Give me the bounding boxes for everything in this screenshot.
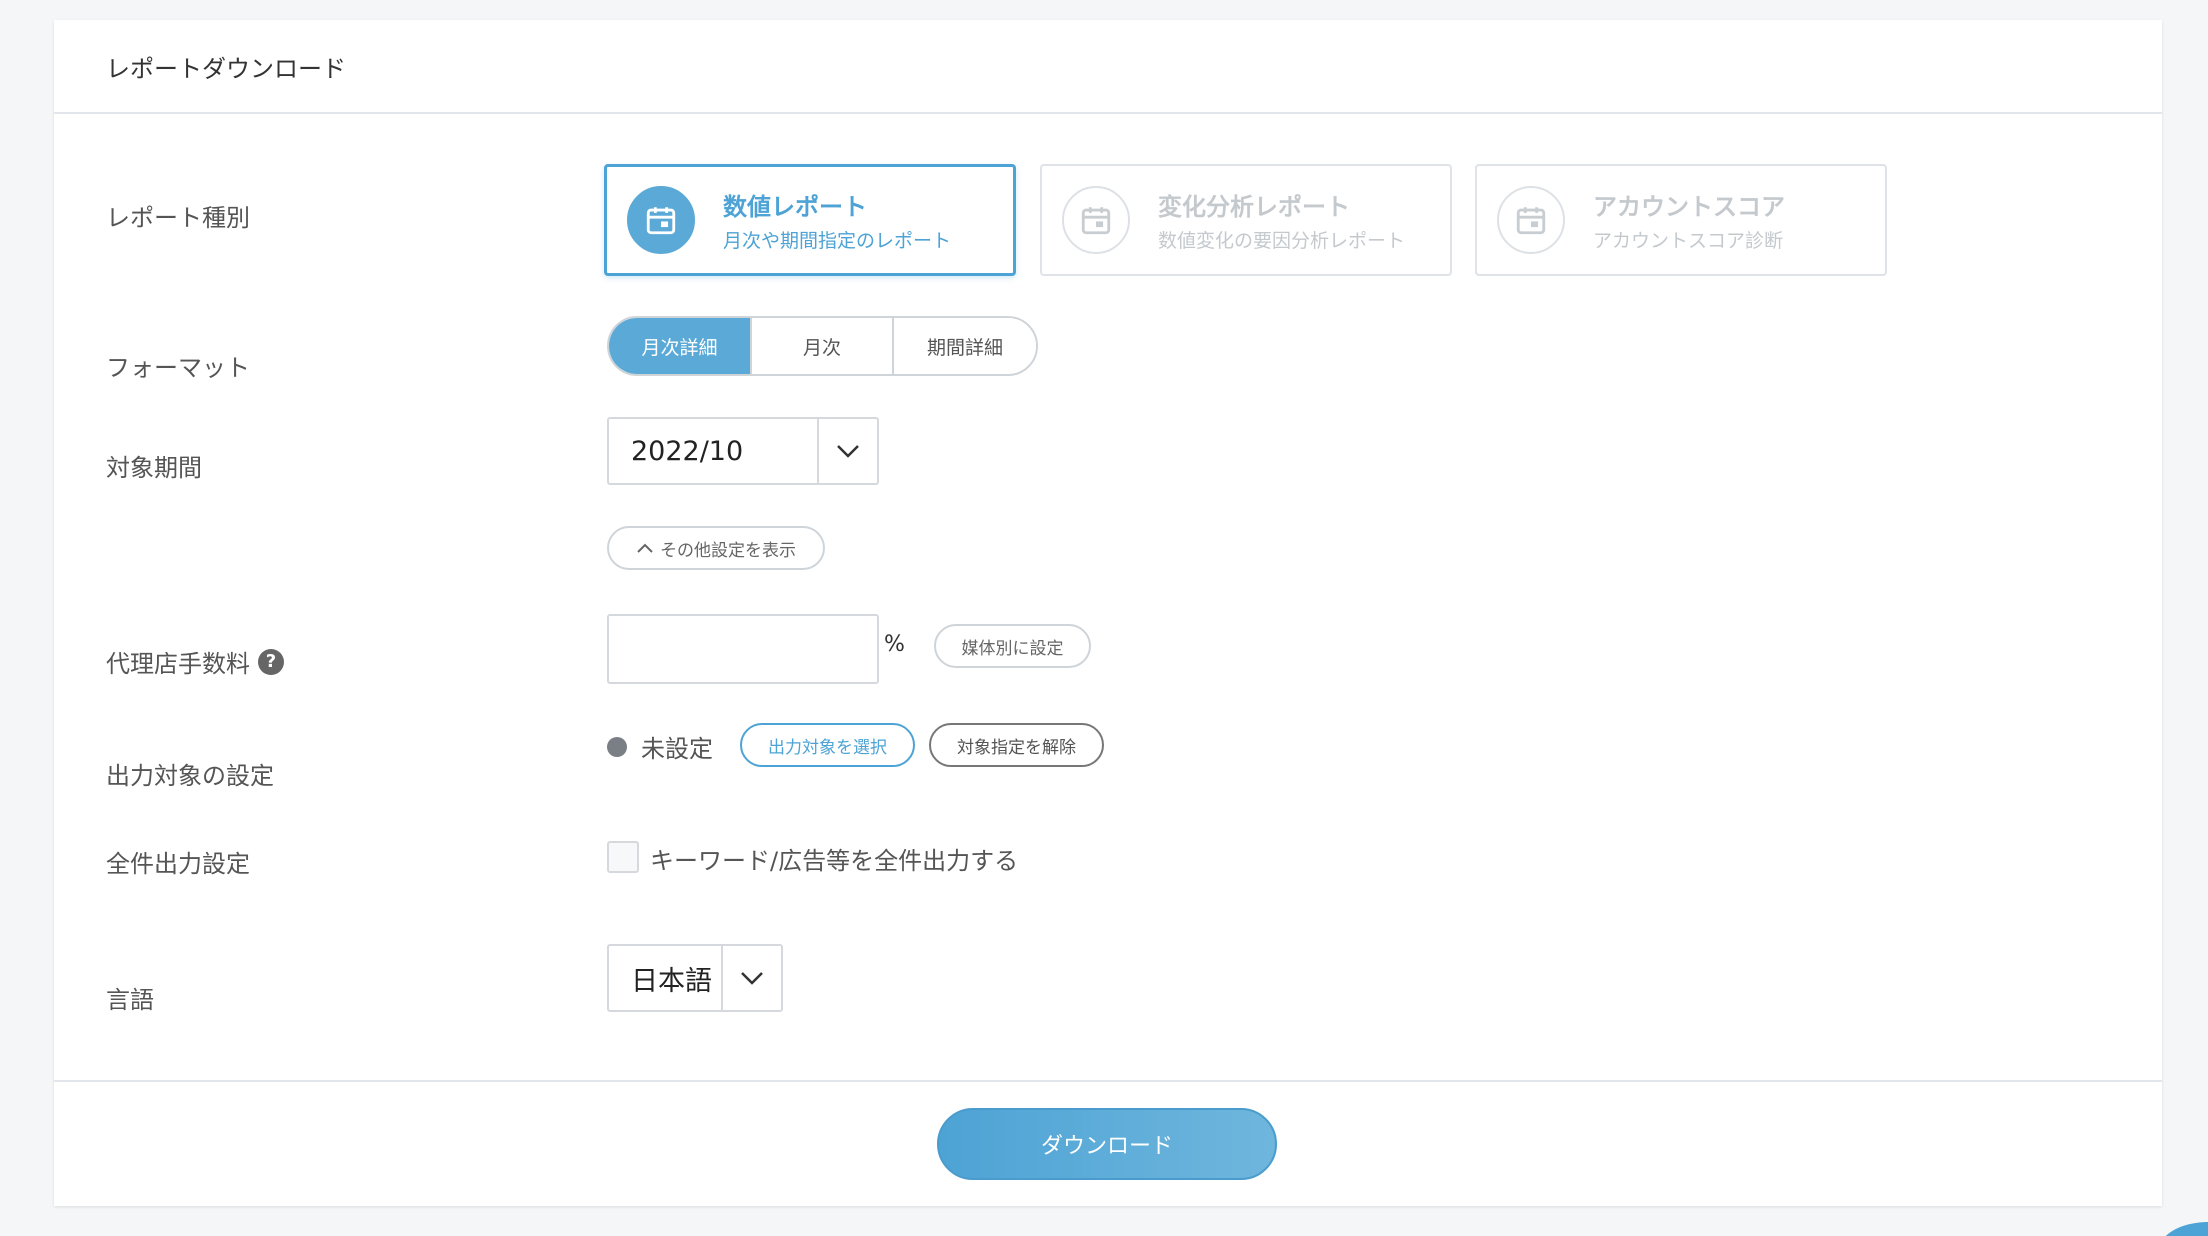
chevron-down-icon[interactable] (817, 419, 877, 483)
output-target-label: 出力対象の設定 (106, 762, 274, 790)
report-type-subtitle: 数値変化の要因分析レポート (1158, 230, 1406, 252)
format-option-period-detail[interactable]: 期間詳細 (894, 318, 1036, 374)
period-select[interactable]: 2022/10 (607, 417, 879, 485)
report-download-card: レポートダウンロード レポート種別 フォーマット 対象期間 代理店手数料 ? 出… (54, 20, 2162, 1206)
report-type-account-score[interactable]: アカウントスコア アカウントスコア診断 (1475, 164, 1887, 276)
calendar-icon (1062, 186, 1130, 254)
report-type-change-analysis[interactable]: 変化分析レポート 数値変化の要因分析レポート (1040, 164, 1452, 276)
page-title: レポートダウンロード (106, 54, 346, 83)
report-type-subtitle: 月次や期間指定のレポート (723, 230, 952, 252)
language-label: 言語 (106, 986, 154, 1014)
report-type-title: アカウントスコア (1593, 193, 1785, 221)
format-option-monthly-detail[interactable]: 月次詳細 (609, 318, 752, 374)
report-type-label: レポート種別 (106, 204, 250, 232)
calendar-icon (627, 186, 695, 254)
all-output-label: 全件出力設定 (106, 850, 250, 878)
language-select-value: 日本語 (631, 965, 712, 997)
format-label: フォーマット (106, 354, 250, 382)
report-type-subtitle: アカウントスコア診断 (1593, 230, 1784, 252)
status-dot (607, 737, 627, 757)
period-label: 対象期間 (106, 454, 202, 482)
agency-fee-unit: % (884, 632, 905, 657)
calendar-icon (1497, 186, 1565, 254)
other-settings-label: その他設定を表示 (660, 540, 796, 561)
agency-fee-input[interactable] (607, 614, 879, 684)
format-segmented-control: 月次詳細 月次 期間詳細 (607, 316, 1038, 376)
all-output-checkbox[interactable] (607, 841, 639, 873)
agency-fee-label: 代理店手数料 (106, 650, 250, 678)
chat-bubble[interactable] (2158, 1222, 2208, 1236)
other-settings-toggle[interactable]: その他設定を表示 (607, 526, 825, 570)
clear-target-button[interactable]: 対象指定を解除 (929, 723, 1104, 767)
select-output-target-button[interactable]: 出力対象を選択 (740, 723, 915, 767)
format-option-monthly[interactable]: 月次 (752, 318, 894, 374)
report-type-title: 数値レポート (723, 193, 867, 221)
agency-fee-label-row: 代理店手数料 ? (106, 644, 284, 679)
all-output-checkbox-label[interactable]: キーワード/広告等を全件出力する (650, 841, 1018, 876)
language-select[interactable]: 日本語 (607, 944, 783, 1012)
help-icon[interactable]: ? (258, 648, 284, 675)
media-setting-button[interactable]: 媒体別に設定 (934, 624, 1091, 668)
chevron-up-icon (636, 542, 654, 554)
report-type-title: 変化分析レポート (1158, 193, 1350, 221)
report-type-numeric[interactable]: 数値レポート 月次や期間指定のレポート (604, 164, 1016, 276)
output-target-status: 未設定 (641, 735, 713, 763)
download-button[interactable]: ダウンロード (937, 1108, 1277, 1180)
card-header: レポートダウンロード (54, 20, 2162, 114)
period-select-value: 2022/10 (631, 435, 744, 467)
chevron-down-icon[interactable] (721, 946, 781, 1010)
